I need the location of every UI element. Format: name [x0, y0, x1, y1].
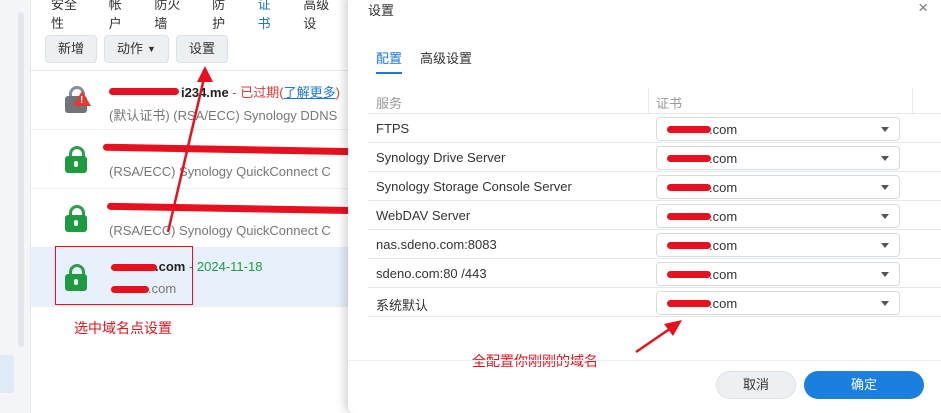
certificate-select[interactable]: .com — [656, 117, 900, 141]
select-value: .com — [709, 151, 738, 166]
table-row: Synology Storage Console Server .com — [368, 172, 941, 201]
certificate-row[interactable]: (RSA/ECC) Synology QuickConnect C — [31, 189, 362, 248]
certificate-name: i234.me - 已过期(了解更多) — [181, 85, 340, 100]
redaction-mark — [106, 202, 362, 215]
sidebar-scrollbar[interactable] — [18, 12, 24, 347]
ok-button[interactable]: 确定 — [804, 371, 924, 399]
tab-advanced-settings[interactable]: 高级设置 — [420, 48, 472, 72]
table-row: WebDAV Server .com — [368, 201, 941, 230]
lock-icon — [65, 205, 87, 233]
expired-status: 已过期 — [240, 85, 280, 100]
chevron-down-icon — [881, 185, 889, 190]
settings-button[interactable]: 设置 — [175, 35, 228, 63]
redaction-mark — [667, 271, 711, 278]
settings-dialog: 设置 × 配置 高级设置 服务 证书 FTPS .com Synology Dr… — [348, 0, 941, 413]
table-row: Synology Drive Server .com — [368, 143, 941, 172]
certificate-toolbar: 新增 动作 ▼ 设置 — [45, 35, 228, 63]
chevron-down-icon — [881, 272, 889, 277]
action-label: 动作 — [117, 41, 144, 56]
redaction-mark — [667, 184, 711, 191]
certificate-select[interactable]: .com — [656, 291, 900, 315]
annotation-select-domain: 选中域名点设置 — [74, 320, 172, 336]
certificate-select[interactable]: .com — [656, 146, 900, 170]
tab-config[interactable]: 配置 — [376, 48, 403, 74]
service-name: sdeno.com:80 /443 — [376, 266, 487, 281]
service-cert-table: 服务 证书 FTPS .com Synology Drive Server .c… — [368, 88, 941, 317]
expiry-date: 2024-11-18 — [196, 259, 263, 274]
select-value: .com — [709, 267, 738, 282]
lock-icon — [65, 146, 87, 174]
table-row: FTPS .com — [368, 114, 941, 143]
certificate-description: (默认证书) (RSA/ECC) Synology DDNS — [109, 108, 338, 123]
select-value: .com — [709, 122, 738, 137]
cancel-button[interactable]: 取消 — [716, 371, 796, 399]
new-button[interactable]: 新增 — [45, 35, 98, 63]
certificate-select[interactable]: .com — [656, 233, 900, 257]
redaction-mark — [102, 143, 362, 156]
certificate-panel: 安全性 帐户 防火墙 防护 证书 高级设 新增 动作 ▼ 设置 ! i234.me… — [30, 0, 362, 413]
select-value: .com — [709, 180, 738, 195]
certificate-row[interactable]: ! i234.me - 已过期(了解更多) (默认证书) (RSA/ECC) S… — [31, 71, 361, 130]
warning-mark: ! — [80, 95, 84, 106]
learn-more-link[interactable]: 了解更多 — [284, 85, 336, 100]
certificate-description: (RSA/ECC) Synology QuickConnect C — [109, 164, 331, 179]
action-button[interactable]: 动作 ▼ — [104, 35, 169, 63]
table-row: sdeno.com:80 /443 .com — [368, 259, 941, 288]
table-header: 服务 证书 — [368, 88, 941, 114]
chevron-down-icon — [881, 127, 889, 132]
service-name: 系统默认 — [376, 298, 429, 313]
table-row: nas.sdeno.com:8083 .com — [368, 230, 941, 259]
chevron-down-icon — [881, 156, 889, 161]
left-sidebar-strip — [0, 0, 30, 413]
column-certificate: 证书 — [656, 96, 683, 111]
close-icon[interactable]: × — [918, 0, 928, 18]
redaction-mark — [667, 213, 711, 220]
chevron-down-icon — [881, 243, 889, 248]
selection-highlight-box — [55, 246, 193, 305]
redaction-mark — [667, 126, 711, 133]
tab-account[interactable]: 帐户 — [109, 0, 134, 31]
redaction-mark — [667, 155, 711, 162]
service-name: Synology Drive Server — [376, 150, 506, 165]
caret-down-icon: ▼ — [147, 44, 156, 54]
sidebar-selected-item[interactable] — [0, 355, 14, 393]
redaction-mark — [667, 242, 711, 249]
certificate-row[interactable]: (RSA/ECC) Synology QuickConnect C — [31, 130, 362, 189]
dialog-footer-divider — [348, 360, 941, 361]
security-tabs: 安全性 帐户 防火墙 防护 证书 高级设 — [51, 0, 361, 31]
table-row: 系统默认 .com — [368, 288, 941, 317]
redaction-mark — [109, 88, 179, 95]
tab-security[interactable]: 安全性 — [51, 0, 88, 31]
certificate-select[interactable]: .com — [656, 175, 900, 199]
select-value: .com — [709, 209, 738, 224]
service-name: WebDAV Server — [376, 208, 471, 223]
certificate-select[interactable]: .com — [656, 262, 900, 286]
certificate-description: (RSA/ECC) Synology QuickConnect C — [109, 223, 331, 238]
column-service: 服务 — [376, 96, 403, 111]
certificate-select[interactable]: .com — [656, 204, 900, 228]
chevron-down-icon — [881, 214, 889, 219]
tab-firewall[interactable]: 防火墙 — [154, 0, 191, 31]
annotation-configure-all: 全配置你刚刚的域名 — [472, 353, 598, 369]
select-value: .com — [709, 238, 738, 253]
service-name: Synology Storage Console Server — [376, 179, 572, 194]
tab-protection[interactable]: 防护 — [212, 0, 237, 31]
dialog-title: 设置 — [368, 3, 395, 18]
redaction-mark — [667, 300, 711, 307]
dialog-tabs: 配置 高级设置 — [376, 48, 490, 74]
service-name: FTPS — [376, 121, 410, 136]
tab-advanced[interactable]: 高级设 — [303, 0, 340, 31]
tab-certificate[interactable]: 证书 — [258, 0, 283, 31]
service-name: nas.sdeno.com:8083 — [376, 237, 497, 252]
select-value: .com — [709, 296, 738, 311]
chevron-down-icon — [881, 301, 889, 306]
